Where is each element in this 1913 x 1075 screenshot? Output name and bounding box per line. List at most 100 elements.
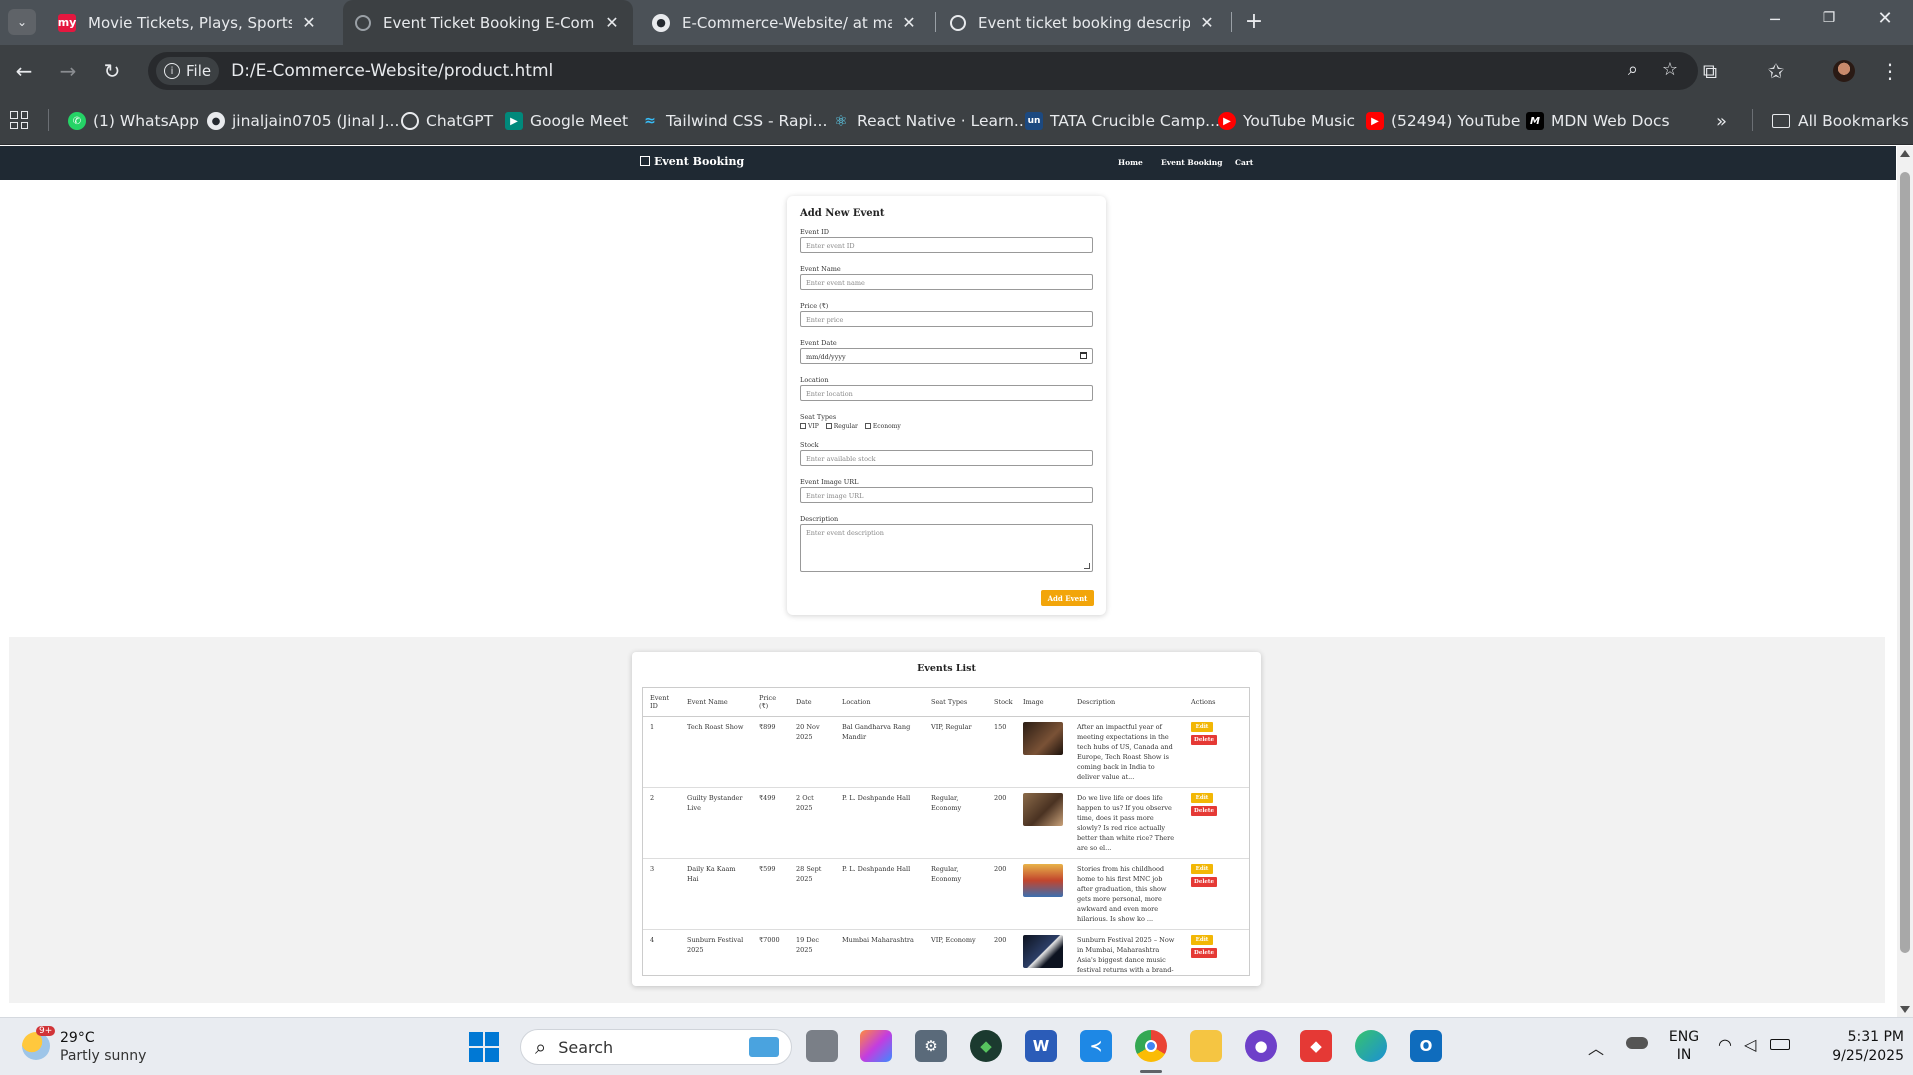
bookmarks-menu-icon[interactable]: ✩ bbox=[1762, 59, 1790, 83]
site-brand[interactable]: Event Booking bbox=[640, 155, 744, 168]
edit-button[interactable]: Edit bbox=[1191, 863, 1213, 874]
close-icon[interactable]: ✕ bbox=[300, 13, 318, 32]
tab-search-button[interactable]: ⌄ bbox=[8, 9, 36, 35]
new-tab-button[interactable]: + bbox=[1240, 8, 1268, 36]
anydesk-icon[interactable]: ◆ bbox=[1300, 1030, 1332, 1062]
settings-gear-icon[interactable]: ⚙ bbox=[915, 1030, 947, 1062]
github-desktop-icon[interactable]: ● bbox=[1245, 1030, 1277, 1062]
task-view-icon[interactable] bbox=[806, 1030, 838, 1062]
close-icon[interactable]: ✕ bbox=[603, 13, 621, 32]
delete-button[interactable]: Delete bbox=[1191, 734, 1217, 745]
tab-github[interactable]: ● E-Commerce-Website/ at main ✕ bbox=[640, 0, 930, 45]
start-button[interactable] bbox=[469, 1032, 499, 1062]
address-bar[interactable]: i File D:/E-Commerce-Website/product.htm… bbox=[148, 52, 1698, 90]
minimize-button[interactable]: ─ bbox=[1760, 10, 1790, 34]
seat-regular-option[interactable]: Regular bbox=[825, 423, 858, 430]
price-input[interactable]: Enter price bbox=[800, 311, 1093, 327]
bookmark-star-icon[interactable]: ☆ bbox=[1662, 59, 1678, 80]
event-id-input[interactable]: Enter event ID bbox=[800, 237, 1093, 253]
edit-button[interactable]: Edit bbox=[1191, 792, 1213, 803]
bookmark-tailwind[interactable]: ≈ Tailwind CSS - Rapi... bbox=[641, 97, 827, 145]
bookmark-tata-crucible[interactable]: un TATA Crucible Camp... bbox=[1025, 97, 1220, 145]
word-icon[interactable]: W bbox=[1025, 1030, 1057, 1062]
clock[interactable]: 5:31 PM 9/25/2025 bbox=[1808, 1028, 1904, 1066]
mongodb-compass-icon[interactable]: ◆ bbox=[970, 1030, 1002, 1062]
bookmark-whatsapp[interactable]: ✆ (1) WhatsApp bbox=[68, 97, 199, 145]
col-date: Date bbox=[789, 688, 835, 717]
chrome-icon[interactable] bbox=[1135, 1030, 1167, 1062]
vscode-icon[interactable]: ≺ bbox=[1080, 1030, 1112, 1062]
edit-button[interactable]: Edit bbox=[1191, 934, 1213, 945]
nav-home[interactable]: Home bbox=[1118, 158, 1143, 167]
brand-label: Event Booking bbox=[654, 155, 745, 168]
checkbox-economy[interactable] bbox=[864, 423, 871, 429]
bookmark-youtube-music[interactable]: ▶ YouTube Music bbox=[1218, 97, 1355, 145]
cell-date: 20 Nov 2025 bbox=[789, 716, 835, 788]
delete-button[interactable]: Delete bbox=[1191, 805, 1217, 816]
menu-kebab-icon[interactable]: ⋮ bbox=[1876, 59, 1904, 83]
page-scrollbar[interactable] bbox=[1897, 146, 1913, 1017]
bookmark-mdn[interactable]: M MDN Web Docs bbox=[1526, 97, 1670, 145]
extensions-icon[interactable]: ⧉ bbox=[1696, 59, 1724, 83]
close-icon[interactable]: ✕ bbox=[1198, 13, 1216, 32]
location-input[interactable]: Enter location bbox=[800, 385, 1093, 401]
onedrive-icon[interactable] bbox=[1626, 1037, 1648, 1049]
checkbox-regular[interactable] bbox=[825, 423, 832, 429]
copilot-icon[interactable] bbox=[860, 1030, 892, 1062]
tab-chatgpt[interactable]: Event ticket booking descriptio ✕ bbox=[938, 0, 1228, 45]
event-name-input[interactable]: Enter event name bbox=[800, 274, 1093, 290]
bookmark-react-native[interactable]: ⚛ React Native · Learn... bbox=[832, 97, 1028, 145]
close-icon[interactable]: ✕ bbox=[900, 13, 918, 32]
site-info-chip[interactable]: i File bbox=[156, 57, 220, 85]
stock-input[interactable]: Enter available stock bbox=[800, 450, 1093, 466]
edge-icon[interactable] bbox=[1355, 1030, 1387, 1062]
bookmark-google-meet[interactable]: ▶ Google Meet bbox=[505, 97, 628, 145]
weather-widget[interactable]: 9+ 29°C Partly sunny bbox=[20, 1026, 170, 1068]
close-window-button[interactable]: ✕ bbox=[1870, 8, 1900, 32]
tab-bookmyshow[interactable]: my Movie Tickets, Plays, Sports, Eve ✕ bbox=[48, 0, 328, 45]
nav-cart[interactable]: Cart bbox=[1235, 158, 1253, 167]
volume-icon[interactable]: ◁ bbox=[1744, 1035, 1756, 1054]
back-button[interactable]: ← bbox=[10, 59, 38, 83]
add-event-button[interactable]: Add Event bbox=[1041, 590, 1094, 606]
battery-icon[interactable] bbox=[1770, 1039, 1790, 1050]
scroll-up-arrow-icon[interactable] bbox=[1900, 150, 1910, 157]
bookmark-chatgpt[interactable]: ChatGPT bbox=[401, 97, 493, 145]
image-url-input[interactable]: Enter image URL bbox=[800, 487, 1093, 503]
description-textarea[interactable]: Enter event description bbox=[800, 524, 1093, 572]
edit-button[interactable]: Edit bbox=[1191, 721, 1213, 732]
zoom-icon[interactable]: ⌕ bbox=[1628, 59, 1638, 80]
file-explorer-icon[interactable] bbox=[1190, 1030, 1222, 1062]
nav-event-booking[interactable]: Event Booking bbox=[1161, 158, 1222, 167]
language-indicator[interactable]: ENG IN bbox=[1668, 1028, 1700, 1064]
resize-handle-icon[interactable] bbox=[1084, 563, 1090, 569]
bookmark-label: TATA Crucible Camp... bbox=[1050, 112, 1220, 130]
bookmark-youtube[interactable]: ▶ (52494) YouTube bbox=[1366, 97, 1520, 145]
cell-id: 3 bbox=[643, 858, 680, 930]
partly-sunny-icon bbox=[22, 1032, 50, 1060]
all-bookmarks-button[interactable]: All Bookmarks bbox=[1772, 97, 1909, 145]
seat-vip-option[interactable]: VIP bbox=[800, 423, 819, 430]
reload-button[interactable]: ↻ bbox=[98, 59, 126, 83]
taskbar-search[interactable]: ⌕ Search bbox=[520, 1029, 792, 1065]
checkbox-vip[interactable] bbox=[800, 423, 806, 429]
delete-button[interactable]: Delete bbox=[1191, 947, 1217, 958]
profile-avatar[interactable] bbox=[1833, 60, 1855, 82]
scroll-down-arrow-icon[interactable] bbox=[1900, 1006, 1910, 1013]
scrollbar-thumb[interactable] bbox=[1900, 172, 1910, 953]
outlook-icon[interactable]: O bbox=[1410, 1030, 1442, 1062]
forward-button[interactable]: → bbox=[54, 59, 82, 83]
seat-economy-option[interactable]: Economy bbox=[864, 423, 901, 430]
tab-event-ticket-booking[interactable]: Event Ticket Booking E-Comme ✕ bbox=[343, 0, 633, 45]
calendar-icon[interactable] bbox=[1080, 352, 1087, 359]
bookmark-github[interactable]: ● jinaljain0705 (Jinal J... bbox=[207, 97, 399, 145]
url-text[interactable]: D:/E-Commerce-Website/product.html bbox=[231, 61, 553, 81]
bookmarks-overflow-chevron-icon[interactable]: » bbox=[1716, 97, 1727, 145]
col-actions: Actions bbox=[1184, 688, 1249, 717]
event-date-input[interactable]: mm/dd/yyyy bbox=[800, 348, 1093, 364]
wifi-icon[interactable]: ◠ bbox=[1718, 1035, 1732, 1054]
delete-button[interactable]: Delete bbox=[1191, 876, 1217, 887]
apps-grid-icon[interactable] bbox=[10, 111, 28, 129]
tray-overflow-chevron-icon[interactable]: ︿ bbox=[1588, 1035, 1604, 1059]
restore-button[interactable]: ❐ bbox=[1814, 10, 1844, 34]
